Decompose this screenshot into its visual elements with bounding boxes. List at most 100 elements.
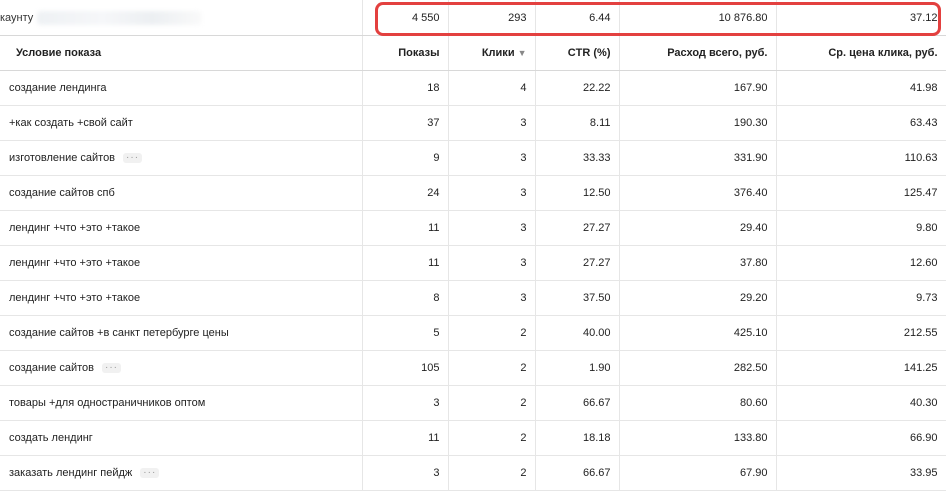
col-header-shows[interactable]: Показы [362,35,449,71]
table-row: создать лендинг 11 2 18.18 133.80 66.90 [0,420,946,456]
condition-cell: заказать лендинг пейдж ··· [0,455,363,491]
condition-text: лендинг +что +это +такое [9,257,141,269]
condition-text: создание лендинга [9,82,107,94]
table-row: создание сайтов спб 24 3 12.50 376.40 125.47 [0,175,946,211]
more-options-icon[interactable]: ··· [102,363,121,374]
col-header-avg-cpc[interactable]: Ср. цена клика, руб. [776,35,946,71]
condition-text: лендинг +что +это +такое [9,222,141,234]
clicks-cell: 4 [448,70,536,106]
cost-cell: 29.20 [619,280,777,316]
col-header-cost-label: Расход всего, руб. [667,47,768,59]
ctr-cell: 66.67 [535,455,620,491]
ctr-cell: 1.90 [535,350,620,386]
clicks-cell: 3 [448,245,536,281]
table-row: лендинг +что +это +такое 11 3 27.27 37.80 12.… [0,245,946,281]
avg-cpc-cell: 33.95 [776,455,946,491]
clicks-cell: 3 [448,210,536,246]
condition-text: заказать лендинг пейдж [9,467,133,479]
condition-cell: лендинг +что +это +такое [0,245,363,281]
condition-cell: создание лендинга [0,70,363,106]
redacted-account-name [37,10,203,25]
cost-cell: 425.10 [619,315,777,351]
stats-table: каунту 4 550 293 6.44 10 876.80 37.12 Ус… [0,0,946,491]
shows-cell: 11 [362,420,449,456]
summary-row: каунту 4 550 293 6.44 10 876.80 37.12 [0,0,946,36]
summary-clicks: 293 [448,0,536,36]
condition-cell: создать лендинг [0,420,363,456]
col-header-condition[interactable]: Условие показа [0,35,363,71]
col-header-condition-label: Условие показа [16,47,102,59]
shows-cell: 24 [362,175,449,211]
table-row: лендинг +что +это +такое 11 3 27.27 29.40 9.8… [0,210,946,246]
avg-cpc-cell: 125.47 [776,175,946,211]
condition-text: товары +для одностраничников оптом [9,397,206,409]
condition-cell: +как создать +свой сайт [0,105,363,141]
shows-cell: 18 [362,70,449,106]
shows-cell: 11 [362,210,449,246]
col-header-cost[interactable]: Расход всего, руб. [619,35,777,71]
shows-cell: 11 [362,245,449,281]
col-header-clicks[interactable]: Клики ▼ [448,35,536,71]
avg-cpc-cell: 9.73 [776,280,946,316]
condition-cell: товары +для одностраничников оптом [0,385,363,421]
summary-label: каунту [0,11,34,24]
avg-cpc-cell: 40.30 [776,385,946,421]
condition-text: +как создать +свой сайт [9,117,133,129]
ctr-cell: 27.27 [535,210,620,246]
avg-cpc-cell: 41.98 [776,70,946,106]
table-row: изготовление сайтов ··· 9 3 33.33 331.90 110.6… [0,140,946,176]
shows-cell: 5 [362,315,449,351]
avg-cpc-cell: 141.25 [776,350,946,386]
cost-cell: 80.60 [619,385,777,421]
ctr-cell: 37.50 [535,280,620,316]
table-row: создание сайтов +в санкт петербурге цены… [0,315,946,351]
summary-cost: 10 876.80 [619,0,777,36]
avg-cpc-cell: 66.90 [776,420,946,456]
ctr-cell: 22.22 [535,70,620,106]
condition-text: лендинг +что +это +такое [9,292,141,304]
cost-cell: 37.80 [619,245,777,281]
stats-report: каунту 4 550 293 6.44 10 876.80 37.12 Ус… [0,0,946,495]
condition-text: создание сайтов [9,362,94,374]
cost-cell: 331.90 [619,140,777,176]
col-header-ctr-label: CTR (%) [567,47,611,59]
shows-cell: 3 [362,385,449,421]
cost-cell: 190.30 [619,105,777,141]
cost-cell: 376.40 [619,175,777,211]
clicks-cell: 3 [448,175,536,211]
summary-avg-cpc: 37.12 [776,0,946,36]
avg-cpc-cell: 110.63 [776,140,946,176]
condition-text: создать лендинг [9,432,93,444]
summary-label-cell: каунту [0,0,363,36]
condition-cell: изготовление сайтов ··· [0,140,363,176]
avg-cpc-cell: 63.43 [776,105,946,141]
condition-text: изготовление сайтов [9,152,116,164]
clicks-cell: 2 [448,315,536,351]
col-header-avg-cpc-label: Ср. цена клика, руб. [828,47,938,59]
cost-cell: 282.50 [619,350,777,386]
sort-down-arrow-icon[interactable]: ▼ [518,48,527,58]
avg-cpc-cell: 9.80 [776,210,946,246]
more-options-icon[interactable]: ··· [123,153,143,164]
table-row: +как создать +свой сайт 37 3 8.11 190.30 63.4… [0,105,946,141]
condition-cell: создание сайтов спб [0,175,363,211]
cost-cell: 133.80 [619,420,777,456]
condition-cell: лендинг +что +это +такое [0,280,363,316]
col-header-clicks-label: Клики [481,47,515,59]
clicks-cell: 2 [448,385,536,421]
ctr-cell: 18.18 [535,420,620,456]
clicks-cell: 3 [448,140,536,176]
ctr-cell: 66.67 [535,385,620,421]
ctr-cell: 40.00 [535,315,620,351]
shows-cell: 8 [362,280,449,316]
cost-cell: 167.90 [619,70,777,106]
condition-cell: лендинг +что +это +такое [0,210,363,246]
condition-cell: создание сайтов ··· [0,350,363,386]
col-header-ctr[interactable]: CTR (%) [535,35,620,71]
clicks-cell: 2 [448,420,536,456]
cost-cell: 67.90 [619,455,777,491]
table-row: создание лендинга 18 4 22.22 167.90 41.98 [0,70,946,106]
shows-cell: 105 [362,350,449,386]
more-options-icon[interactable]: ··· [140,468,160,479]
table-row: создание сайтов ··· 105 2 1.90 282.50 141.25 [0,350,946,386]
